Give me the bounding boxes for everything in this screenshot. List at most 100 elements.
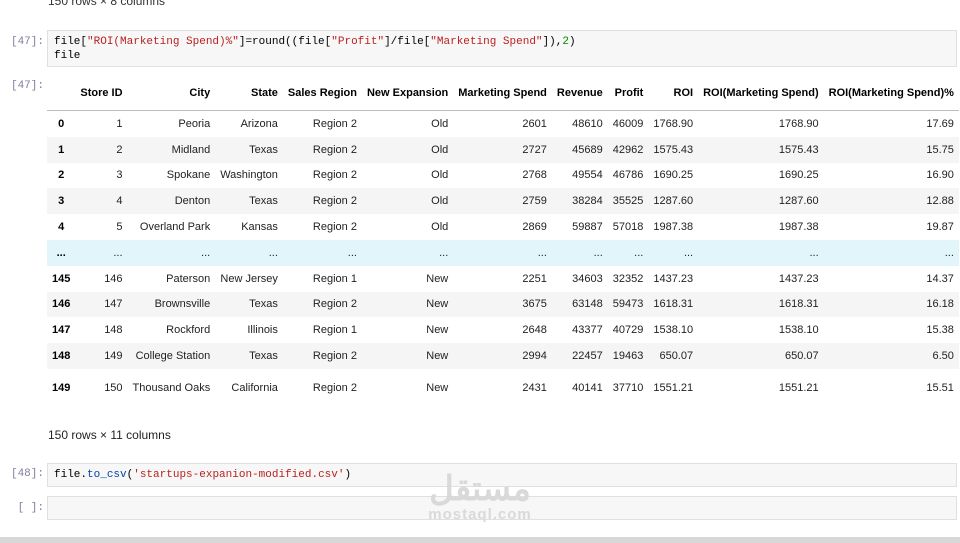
table-cell: 2251 <box>522 272 547 285</box>
table-cell: Spokane <box>166 169 211 182</box>
table-cell: New <box>426 298 449 311</box>
table-cell: ... <box>439 246 449 259</box>
table-cell: 149 <box>104 350 123 363</box>
table-row: .................................... <box>47 239 959 266</box>
table-cell: Arizona <box>240 117 278 130</box>
table-cell: 48610 <box>572 117 603 130</box>
table-cell: Washington <box>220 169 278 182</box>
table-cell: 19.87 <box>926 221 954 234</box>
table-cell: Region 2 <box>312 298 357 311</box>
table-row: 145 146 Paterson New Jersey Region 1 New 2251 3… <box>47 266 959 292</box>
dataframe-table: Store ID City State Sales Region New Expansi… <box>47 77 959 407</box>
table-cell: Region 2 <box>312 381 357 394</box>
table-cell: 1768.90 <box>778 117 819 130</box>
table-cell: 1575.43 <box>653 143 694 156</box>
table-cell: Region 2 <box>312 195 357 208</box>
table-cell: ... <box>683 246 694 259</box>
column-header: Revenue <box>551 77 608 111</box>
table-cell: 40729 <box>612 324 644 337</box>
table-cell: 2759 <box>522 195 547 208</box>
table-cell: 1287.60 <box>653 195 694 208</box>
code-token: "ROI(Marketing Spend)%" <box>87 36 239 48</box>
code-token: ]=round((file[ <box>238 36 332 48</box>
table-cell: 17.69 <box>926 117 954 130</box>
table-cell: 650.07 <box>784 350 819 363</box>
table-cell: ... <box>347 246 357 259</box>
column-header: State <box>215 77 283 111</box>
table-row: 4 5 Overland Park Kansas Region 2 Old 2869 5988… <box>47 214 959 240</box>
table-cell: Region 2 <box>312 143 357 156</box>
code-token: ) <box>568 36 576 48</box>
table-cell: 15.38 <box>926 324 954 337</box>
table-cell: 2431 <box>522 381 547 394</box>
table-cell: 40141 <box>572 381 603 394</box>
column-header: Profit <box>607 77 649 111</box>
table-cell: 1690.25 <box>778 169 819 182</box>
table-cell: 14.37 <box>926 272 954 285</box>
row-index: 148 <box>52 350 71 363</box>
table-cell: 46009 <box>612 117 644 130</box>
table-cell: Old <box>431 143 449 156</box>
table-cell: Kansas <box>241 221 278 234</box>
table-cell: Region 2 <box>312 169 357 182</box>
code-token: file. <box>54 469 88 481</box>
table-cell: 37710 <box>612 381 644 394</box>
table-cell: ... <box>537 246 547 259</box>
table-cell: 45689 <box>572 143 603 156</box>
table-cell: 1437.23 <box>653 272 694 285</box>
table-cell: 15.75 <box>926 143 954 156</box>
table-cell: 5 <box>116 221 123 234</box>
table-cell: ... <box>113 246 123 259</box>
table-cell: 2994 <box>522 350 547 363</box>
table-cell: 1768.90 <box>653 117 694 130</box>
table-cell: 15.51 <box>926 381 954 394</box>
table-body: 0 1 Peoria Arizona Region 2 Old 2601 48610 46009… <box>47 111 959 407</box>
row-index: 146 <box>52 298 71 311</box>
table-cell: Texas <box>249 298 278 311</box>
row-index: ... <box>56 246 66 259</box>
table-cell: New <box>426 381 449 394</box>
table-cell: 42962 <box>612 143 644 156</box>
column-header: ROI(Marketing Spend) <box>698 77 824 111</box>
code-token: ]), <box>542 36 563 48</box>
empty-cell-editor[interactable] <box>47 496 957 520</box>
row-index: 147 <box>52 324 71 337</box>
table-cell: ... <box>634 246 644 259</box>
table-cell: 1538.10 <box>778 324 819 337</box>
table-cell: 3675 <box>522 298 547 311</box>
table-cell: 1538.10 <box>653 324 694 337</box>
table-cell: 650.07 <box>659 350 694 363</box>
previous-output-shape: 150 rows × 8 columns <box>48 0 166 8</box>
table-cell: Old <box>431 117 449 130</box>
row-index: 149 <box>52 381 71 394</box>
table-cell: 147 <box>104 298 123 311</box>
table-cell: 57018 <box>612 221 644 234</box>
table-cell: 148 <box>104 324 123 337</box>
table-cell: Old <box>431 195 449 208</box>
cell-48-code-editor[interactable]: file.to_csv('startups-expanion-modified.… <box>47 463 957 487</box>
row-index: 145 <box>52 272 71 285</box>
table-cell: 34603 <box>572 272 603 285</box>
table-cell: New <box>426 350 449 363</box>
table-cell: 1575.43 <box>778 143 819 156</box>
code-token: ]/file[ <box>384 36 431 48</box>
table-cell: 2601 <box>522 117 547 130</box>
table-cell: 1690.25 <box>653 169 694 182</box>
table-cell: Rockford <box>166 324 211 337</box>
table-cell: Texas <box>249 350 278 363</box>
table-cell: ... <box>201 246 211 259</box>
table-row: 2 3 Spokane Washington Region 2 Old 2768 49554 4… <box>47 163 959 189</box>
column-header: ROI(Marketing Spend)% <box>823 77 959 111</box>
table-cell: 2768 <box>522 169 547 182</box>
table-cell: Region 2 <box>312 117 357 130</box>
code-token: to_csv <box>87 469 127 481</box>
cell-47-in-prompt: [47]: <box>10 36 44 48</box>
table-row: 149 150 Thousand Oaks California Region 2 New… <box>47 369 959 407</box>
table-cell: Paterson <box>166 272 211 285</box>
code-token: file[ <box>54 36 88 48</box>
cell-47-code-editor[interactable]: file["ROI(Marketing Spend)%"]=round((fil… <box>47 30 957 67</box>
table-cell: 16.18 <box>926 298 954 311</box>
code-token: 2 <box>562 36 569 48</box>
table-cell: Region 2 <box>312 221 357 234</box>
table-cell: 1287.60 <box>778 195 819 208</box>
